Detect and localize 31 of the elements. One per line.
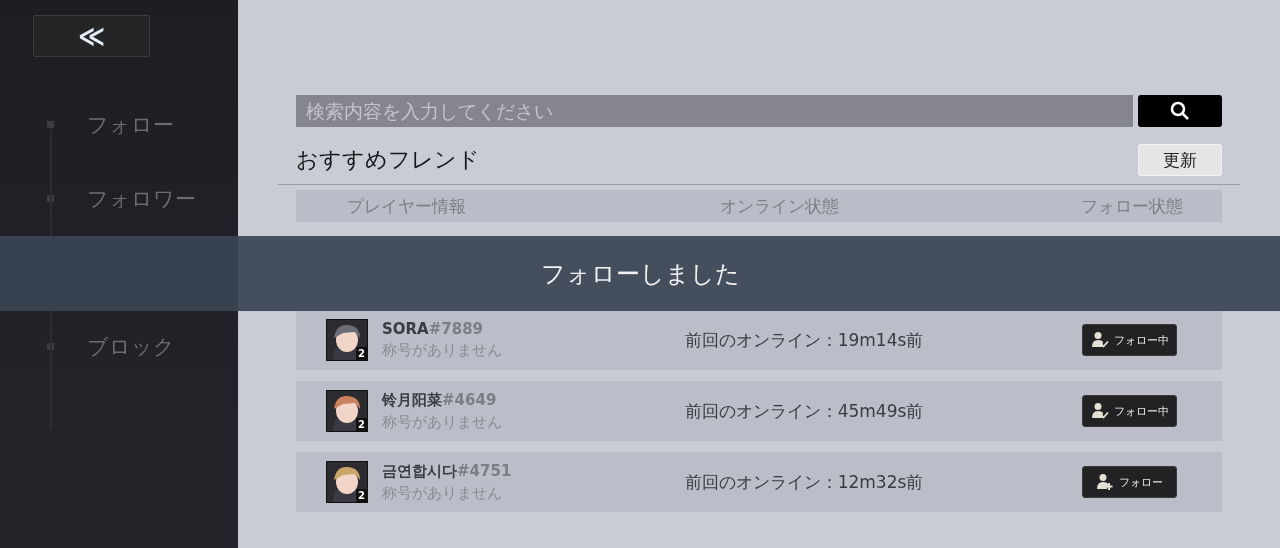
- back-button[interactable]: ≪: [33, 15, 150, 57]
- player-name: SORA#7889: [382, 320, 485, 338]
- user-check-icon: [1090, 402, 1109, 420]
- online-status: 前回のオンライン：19m14s前: [683, 328, 925, 352]
- refresh-button[interactable]: 更新: [1138, 144, 1222, 176]
- toast-message: フォローしました: [540, 258, 740, 290]
- column-header: プレイヤー情報: [345, 194, 467, 218]
- section-title: おすすめフレンド: [296, 146, 480, 174]
- online-status: 前回のオンライン：45m49s前: [683, 399, 925, 423]
- add-user-icon: [1096, 473, 1114, 491]
- bullet-icon: [47, 121, 54, 128]
- follow-button[interactable]: フォロー: [1082, 466, 1177, 498]
- level-badge: 2: [356, 347, 367, 360]
- level-badge: 2: [356, 489, 367, 502]
- following-button[interactable]: フォロー中: [1082, 324, 1177, 356]
- bullet-icon: [47, 343, 54, 350]
- avatar-icon: [326, 390, 368, 432]
- column-header: フォロー状態: [1080, 194, 1184, 218]
- avatar-icon: [326, 461, 368, 503]
- online-status: 前回のオンライン：12m32s前: [683, 470, 925, 494]
- level-badge: 2: [356, 418, 367, 431]
- user-check-icon: [1090, 331, 1109, 349]
- player-name: 铃月阳菜#4649: [382, 390, 498, 410]
- avatar-icon: [326, 319, 368, 361]
- column-header: オンライン状態: [718, 194, 840, 218]
- player-name: 금연합시다#4751: [382, 461, 512, 481]
- following-button[interactable]: フォロー中: [1082, 395, 1177, 427]
- search-icon: [1170, 101, 1190, 121]
- search-field[interactable]: 検索内容を入力してください: [296, 95, 1133, 127]
- search-button[interactable]: [1138, 95, 1222, 127]
- bullet-icon: [47, 195, 54, 202]
